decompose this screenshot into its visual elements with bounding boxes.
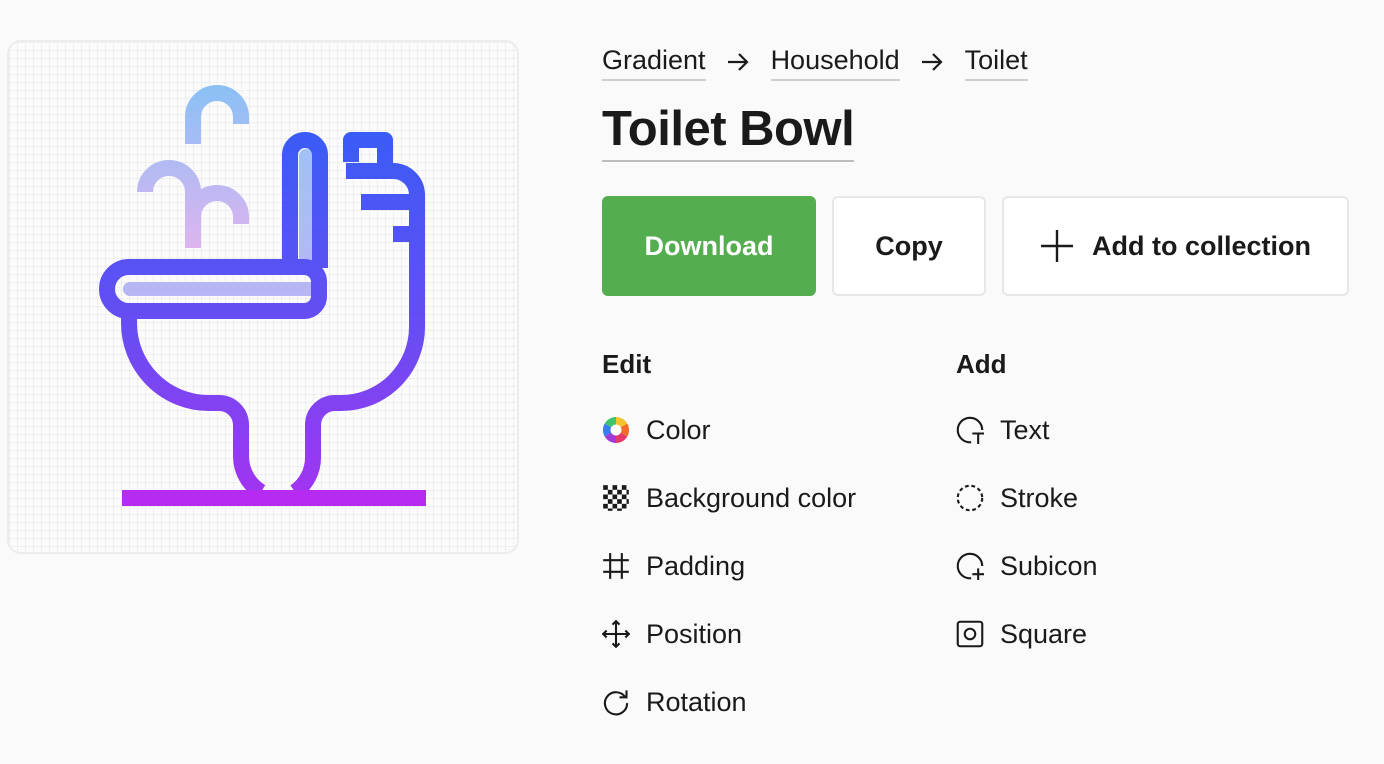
add-text-label: Text bbox=[1000, 415, 1050, 445]
edit-background-color-label: Background color bbox=[646, 483, 857, 513]
add-square-option[interactable]: Square bbox=[956, 614, 1087, 654]
plus-icon bbox=[1040, 229, 1074, 263]
add-subicon-option[interactable]: Subicon bbox=[956, 546, 1098, 586]
move-arrows-icon bbox=[602, 620, 630, 648]
edit-position-option[interactable]: Position bbox=[602, 614, 742, 654]
edit-rotation-option[interactable]: Rotation bbox=[602, 682, 747, 722]
breadcrumb-household[interactable]: Household bbox=[770, 42, 900, 81]
edit-heading: Edit bbox=[602, 349, 652, 379]
toilet-bowl-icon bbox=[99, 85, 426, 506]
add-to-collection-label: Add to collection bbox=[1092, 230, 1311, 261]
edit-color-option[interactable]: Color bbox=[602, 410, 711, 450]
dashed-circle-icon bbox=[956, 484, 984, 512]
add-stroke-option[interactable]: Stroke bbox=[956, 478, 1078, 518]
edit-rotation-label: Rotation bbox=[646, 687, 747, 717]
download-button[interactable]: Download bbox=[602, 196, 816, 296]
icon-detail-page: Gradient Household Toilet Toilet Bowl Do… bbox=[0, 0, 1384, 764]
add-to-collection-button[interactable]: Add to collection bbox=[1002, 196, 1349, 296]
breadcrumb-gradient[interactable]: Gradient bbox=[602, 42, 706, 81]
edit-color-label: Color bbox=[646, 415, 711, 445]
add-heading: Add bbox=[956, 349, 1007, 379]
text-circle-icon bbox=[956, 416, 984, 444]
copy-button-label: Copy bbox=[875, 230, 943, 261]
add-text-option[interactable]: Text bbox=[956, 410, 1050, 450]
arrow-right-icon bbox=[726, 50, 750, 74]
add-stroke-label: Stroke bbox=[1000, 483, 1079, 513]
copy-button[interactable]: Copy bbox=[832, 196, 986, 296]
subicon-circle-icon bbox=[956, 552, 984, 580]
color-wheel-icon bbox=[602, 416, 630, 444]
square-icon bbox=[956, 620, 984, 648]
breadcrumb: Gradient Household Toilet bbox=[602, 42, 1028, 81]
edit-padding-option[interactable]: Padding bbox=[602, 546, 745, 586]
add-subicon-label: Subicon bbox=[1000, 551, 1098, 581]
checkerboard-icon bbox=[602, 484, 630, 512]
edit-background-color-option[interactable]: Background color bbox=[602, 478, 856, 518]
download-button-label: Download bbox=[644, 230, 774, 261]
add-square-label: Square bbox=[1000, 619, 1088, 649]
icon-preview-card bbox=[7, 40, 519, 554]
padding-icon bbox=[602, 552, 630, 580]
edit-padding-label: Padding bbox=[646, 551, 746, 581]
breadcrumb-toilet[interactable]: Toilet bbox=[964, 42, 1028, 81]
edit-position-label: Position bbox=[646, 619, 743, 649]
arrow-right-icon bbox=[920, 50, 944, 74]
rotate-icon bbox=[602, 688, 630, 716]
page-title: Toilet Bowl bbox=[602, 100, 855, 162]
